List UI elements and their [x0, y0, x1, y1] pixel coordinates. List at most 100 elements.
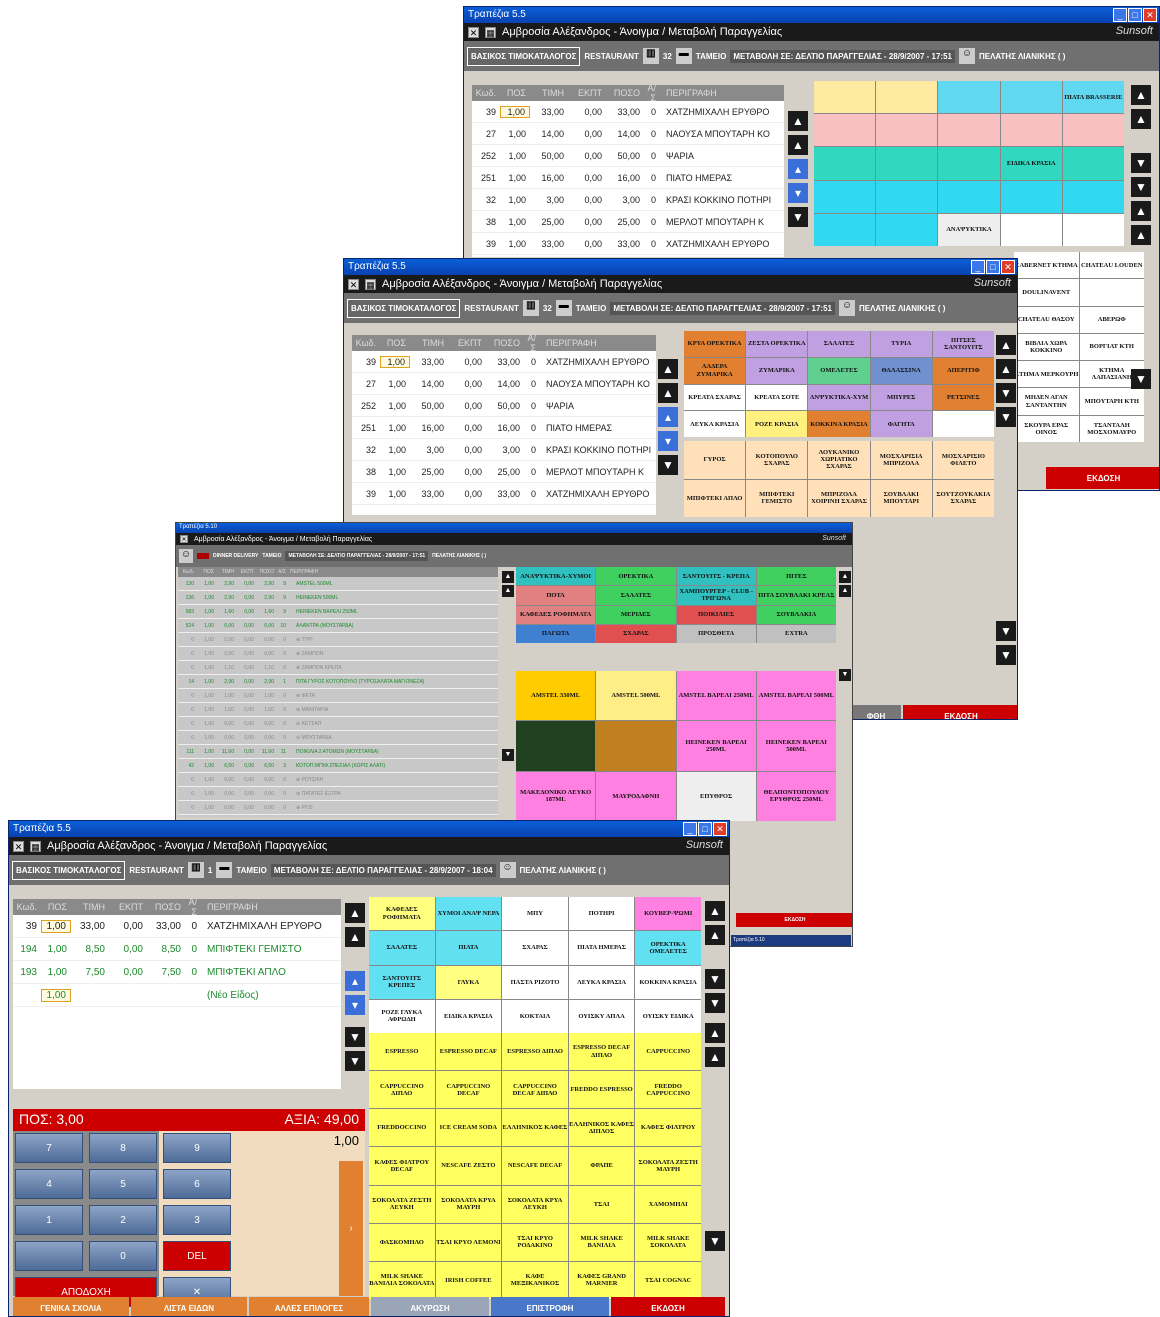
category-button[interactable]: ΣΑΛΑΤΕΣ — [808, 331, 870, 357]
scroll-up-icon[interactable]: ▲ — [705, 1023, 725, 1043]
category-button[interactable]: ΖΥΜΑΡΙΚΑ — [746, 357, 808, 384]
coffee-button[interactable]: FREDDO CAPPUCCINO — [635, 1071, 701, 1109]
coffee-button[interactable]: ESPRESSO ΔΙΠΛΟ — [502, 1033, 568, 1071]
number-key[interactable]: 3 — [163, 1205, 231, 1235]
scroll-up-icon[interactable]: ▲ — [705, 901, 725, 921]
scroll-down-icon[interactable]: ▼ — [705, 993, 725, 1013]
coffee-button[interactable]: ΤΣΑΙ COGNAC — [635, 1261, 701, 1299]
category-button[interactable]: ΠΟΤΗΡΙ — [568, 897, 635, 931]
category-button[interactable]: ΚΟΚΚΙΝΑ ΚΡΑΣΙΑ — [635, 965, 701, 999]
category-scroll[interactable]: ▲ ▲ ▼ — [838, 567, 852, 917]
category-button[interactable]: ΚΡΥΑ ΟΡΕΚΤΙΚΑ — [684, 331, 746, 357]
coffee-button[interactable]: ΤΣΑΙ ΚΡΥΟ ΡΟΔΑΚΙΝΟ — [502, 1223, 568, 1261]
scroll-up-icon[interactable]: ▲ — [658, 383, 678, 403]
category-button[interactable]: ΚΑΦΕΔΕΣ ΡΟΦΗΜΑΤΑ — [369, 897, 435, 931]
close-icon[interactable]: ✕ — [1143, 8, 1157, 22]
item-button[interactable]: ΓΥΡΟΣ — [684, 441, 746, 479]
table-row[interactable]: 111 1,00 11,60 0,00 11,60 11 ΠΟΙΚΙΛΙΑ 2 ΑΤΟΜΩΝ… — [178, 745, 498, 759]
item-button[interactable]: ΜΟΣΧΑΡΙΣΙΟ ΦΙΛΕΤΟ — [932, 441, 994, 479]
item-button[interactable]: ΛΟΥΚΑΝΙΚΟ ΧΩΡΙΑΤΙΚΟ ΣΧΑΡΑΣ — [808, 441, 870, 479]
category-button[interactable]: EXTRA — [756, 624, 836, 643]
scroll-down-icon[interactable]: ▼ — [839, 669, 851, 681]
category-scroll[interactable]: ▲ ▲ ▼ ▼ ▼ ▼ — [994, 331, 1017, 711]
table-row[interactable]: 130 1,00 2,90 0,00 2,90 9 AMSTEL 500ML — [178, 577, 498, 591]
category-button[interactable]: ΟΥΙΣΚΥ ΕΙΔΙΚΑ — [635, 999, 701, 1033]
close-order-icon[interactable]: ✕ — [180, 535, 188, 543]
coffee-button[interactable]: ΣΟΚΟΛΑΤΑ ΖΕΣΤΗ ΜΑΥΡΗ — [635, 1147, 701, 1185]
scroll-up-icon[interactable]: ▲ — [1131, 85, 1151, 105]
issue-button[interactable]: ΕΚΔΟΣΗ — [1046, 467, 1159, 489]
coffee-button[interactable]: ΧΑΜΟΜΗΛΙ — [635, 1185, 701, 1223]
category-button[interactable]: ΚΡΕΑΤΑ ΣΧΑΡΑΣ — [684, 384, 746, 411]
other-options-button[interactable]: ΑΛΛΕΣ ΕΠΙΛΟΓΕΣ — [249, 1297, 369, 1316]
number-key[interactable]: 8 — [89, 1133, 157, 1163]
table-row[interactable]: 0 1,00 0,50 0,00 0,00 0 ⊕ ΤΥΡΙ — [178, 633, 498, 647]
category-button[interactable] — [932, 411, 994, 437]
item-button[interactable]: ΜΑΚΕΔΟΝΙΚΟ ΛΕΥΚΟ 187ML — [516, 771, 596, 821]
coffee-button[interactable]: ΚΑΦΕΣ GRAND MARNIER — [568, 1261, 635, 1299]
scroll-up-icon[interactable]: ▲ — [839, 585, 851, 597]
wine-button[interactable]: DOULINAVENT — [1014, 279, 1079, 306]
scroll-up-icon[interactable]: ▲ — [839, 571, 851, 583]
table-row[interactable]: 0 1,00 0,00 0,00 0,00 0 ⊕ ΡΟΥΣΙΚΗ — [178, 773, 498, 787]
category-tile[interactable] — [1062, 114, 1124, 147]
category-button[interactable]: ΣΑΝΤΟΥΙΤΣ ΚΡΕΠΕΣ — [369, 965, 435, 999]
coffee-button[interactable]: MILK SHAKE ΒΑΝΙΛΙΑ ΣΟΚΟΛΑΤΑ — [369, 1261, 435, 1299]
category-tile[interactable] — [876, 81, 938, 114]
order-scroll[interactable]: ▲ ▲ ▼ — [501, 567, 515, 817]
scroll-up-icon[interactable]: ▲ — [705, 925, 725, 945]
scroll-down-icon[interactable]: ▼ — [996, 621, 1016, 641]
category-button[interactable]: ΛΕΥΚΑ ΚΡΑΣΙΑ — [684, 411, 746, 437]
scroll-down-icon[interactable]: ▼ — [1131, 153, 1151, 173]
wine-button[interactable]: ΚΤΗΜΑ ΜΕΡΚΟΥΡΗ — [1014, 361, 1079, 388]
table-row[interactable]: 0 1,00 0,00 0,00 0,00 0 ⊕ ΠΑΤΑΤΕΣ ΕΞΤΡΑ — [178, 787, 498, 801]
category-tile[interactable] — [938, 81, 1000, 114]
table-row[interactable]: 39 1,00 33,00 0,00 33,00 0 ΧΑΤΖΗΜΙΧΑΛΗ ΕΡΥΘΡΟ — [472, 101, 784, 123]
issue-button[interactable]: ΕΚΔΟΣΗ — [611, 1297, 725, 1316]
category-button[interactable]: ΑΝΨΥΚΤΙΚΑ-ΧΥΜ — [808, 384, 870, 411]
scroll-down-icon[interactable]: ▼ — [996, 383, 1016, 403]
item-button[interactable] — [516, 721, 596, 771]
scroll-up-icon[interactable]: ▲ — [788, 111, 808, 131]
scroll-down-icon[interactable]: ▼ — [996, 407, 1016, 427]
category-button[interactable]: ΜΠΥΡΕΣ — [870, 384, 932, 411]
table-row[interactable]: 0 1,00 1,00 0,00 1,00 0 ⊕ ΦΕΤΑ — [178, 689, 498, 703]
number-key[interactable]: 1 — [15, 1205, 83, 1235]
coffee-button[interactable]: MILK SHAKE ΣΟΚΟΛΑΤΑ — [635, 1223, 701, 1261]
maximize-icon[interactable]: □ — [1128, 8, 1142, 22]
category-button[interactable]: ΚΡΕΑΤΑ ΣΟΤΕ — [746, 384, 808, 411]
scroll-down-icon[interactable]: ▼ — [1131, 369, 1151, 389]
close-icon[interactable]: ✕ — [713, 822, 727, 836]
table-row[interactable]: 193 1,00 7,50 0,00 7,50 0 ΜΠΙΦΤΕΚΙ ΑΠΛΟ — [13, 961, 341, 984]
scroll-up-small-icon[interactable]: ▴ — [345, 971, 365, 991]
scroll-down-icon[interactable]: ▼ — [705, 1231, 725, 1251]
grid-icon[interactable]: ▦ — [365, 278, 376, 290]
item-button[interactable]: AMSTEL ΒΑΡΕΛΙ 500ML — [756, 671, 836, 721]
close-order-icon[interactable]: ✕ — [348, 278, 359, 290]
category-button[interactable]: ΜΕΡΙΔΕΣ — [596, 605, 676, 624]
category-button[interactable]: ΣΑΛΑΤΕΣ — [369, 931, 435, 965]
table-row[interactable]: 39 1,00 33,00 0,00 33,00 0 ΧΑΤΖΗΜΙΧΑΛΗ ΕΡΥΘΡΟ — [13, 915, 341, 938]
category-button[interactable]: ΣΧΑΡΑΣ — [596, 624, 676, 643]
scroll-down-icon[interactable]: ▼ — [788, 207, 808, 227]
return-button[interactable]: ΕΠΙΣΤΡΟΦΗ — [491, 1297, 609, 1316]
scroll-up-icon[interactable]: ▲ — [705, 1047, 725, 1067]
table-row[interactable]: 252 1,00 50,00 0,00 50,00 0 ΨΑΡΙΑ — [472, 145, 784, 167]
category-button[interactable]: ΑΠΕΡΙΤΙΦ — [932, 357, 994, 384]
return-button[interactable]: ΦΘΗ — [851, 705, 901, 719]
coffee-button[interactable]: NESCAFE DECAF — [502, 1147, 568, 1185]
item-button[interactable]: HEINEKEN ΒΑΡΕΛΙ 250ML — [676, 721, 756, 771]
category-button[interactable]: ΠΙΤΣΕΣ ΣΑΝΤΟΥΙΤΣ — [932, 331, 994, 357]
item-button[interactable]: ΘΕΑΠΟΝΤΟΠΟΥΛΟΥ ΕΡΥΘΡΟΣ 250ML — [756, 771, 836, 821]
order-scroll[interactable]: ▲ ▲ ▴ ▾ ▼ ▼ — [343, 899, 367, 1099]
general-comments-button[interactable]: ΓΕΝΙΚΑ ΣΧΟΛΙΑ — [13, 1297, 129, 1316]
issue-button[interactable]: ΕΚΔΟΣΗ — [736, 913, 852, 927]
issue-button[interactable]: ΕΚΔΟΣΗ — [903, 705, 1017, 719]
table-row[interactable]: 252 1,00 50,00 0,00 50,00 0 ΨΑΡΙΑ — [352, 395, 656, 417]
table-row[interactable]: 39 1,00 33,00 0,00 33,00 0 ΧΑΤΖΗΜΙΧΑΛΗ ΕΡΥΘΡΟ — [472, 233, 784, 255]
category-button[interactable]: ΛΑΔΕΡΑ ΖΥΜΑΡΙΚΑ — [684, 357, 746, 384]
category-button[interactable]: ΖΕΣΤΑ ΟΡΕΚΤΙΚΑ — [746, 331, 808, 357]
coffee-button[interactable]: IRISH COFFEE — [435, 1261, 502, 1299]
category-tile[interactable]: ΠΙΑΤΑ BRASSERIE — [1062, 81, 1124, 114]
table-row[interactable]: 32 1,00 3,00 0,00 3,00 0 ΚΡΑΣΙ ΚΟΚΚΙΝΟ ΠΟΤΗΡΙ — [472, 189, 784, 211]
